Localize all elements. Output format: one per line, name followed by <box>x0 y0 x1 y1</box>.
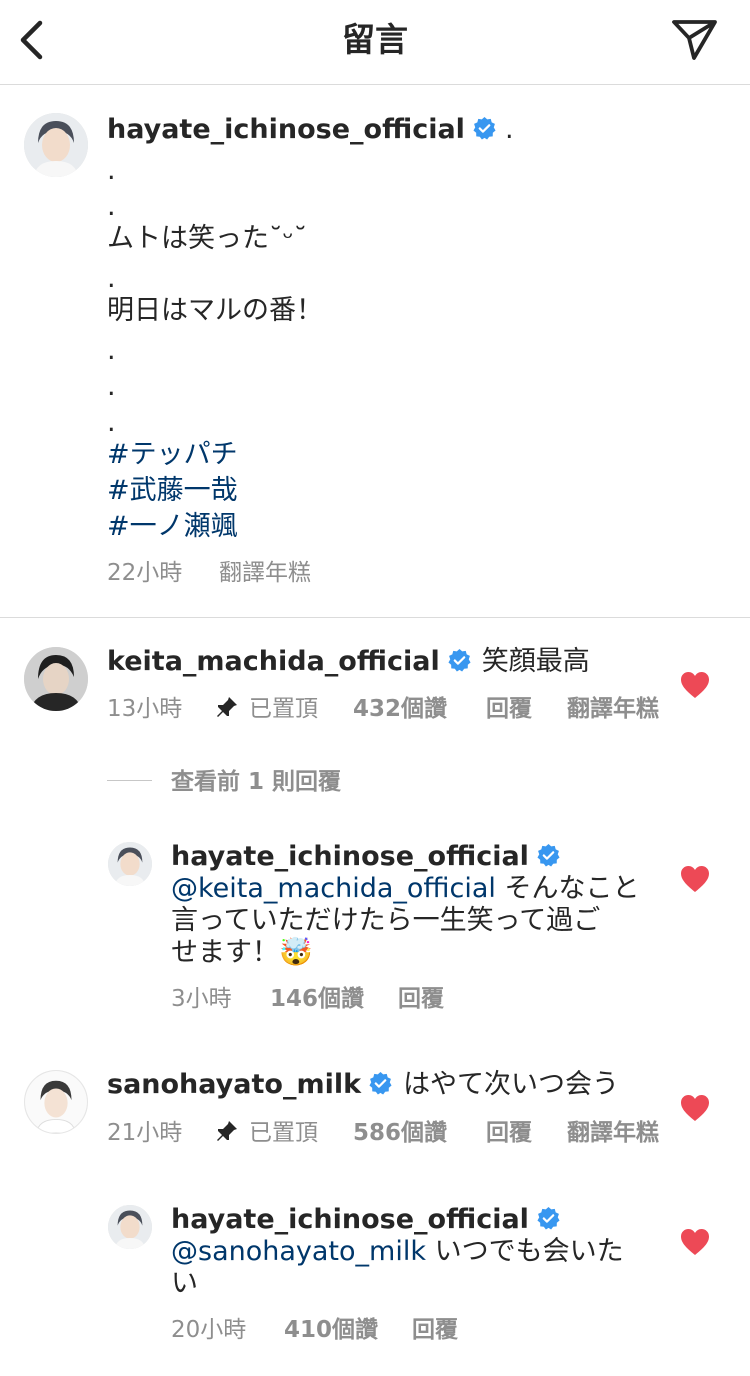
profile-photo-icon <box>108 842 152 886</box>
hashtag-link[interactable]: #テッパチ <box>107 438 238 472</box>
like-button[interactable] <box>680 1228 710 1256</box>
caption-line: . <box>107 191 116 222</box>
verified-badge-icon <box>447 648 472 673</box>
pinned-label: 已置頂 <box>215 694 318 724</box>
comment-username[interactable]: keita_machida_official 笑顔最高 <box>107 645 590 679</box>
page-title: 留言 <box>342 20 408 59</box>
reply-button[interactable]: 回覆 <box>486 694 532 724</box>
caption-line: 明日はマルの番！ <box>107 295 323 326</box>
reply-button[interactable]: 回覆 <box>486 1118 532 1148</box>
like-button[interactable] <box>680 1094 710 1122</box>
caption-line: ムトは笑った˘ᵕ˘ <box>107 223 308 254</box>
like-button[interactable] <box>680 865 710 893</box>
comment-timestamp: 13小時 <box>107 696 183 722</box>
verified-badge-icon <box>536 843 561 868</box>
comment-username[interactable]: sanohayato_milk はやて次いつ会う <box>107 1068 619 1102</box>
translate-link[interactable]: 翻譯年糕 <box>567 694 659 724</box>
likes-count[interactable]: 146個讚 <box>270 984 364 1014</box>
profile-photo-icon <box>108 1205 152 1249</box>
reply-timestamp: 3小時 <box>171 986 232 1012</box>
caption-divider <box>0 617 750 618</box>
translate-link[interactable]: 翻譯年糕 <box>567 1118 659 1148</box>
likes-count[interactable]: 432個讚 <box>353 694 447 724</box>
pin-icon <box>215 695 239 719</box>
pin-icon <box>215 1119 239 1143</box>
replies-divider-line <box>107 780 152 781</box>
reply-text: @sanohayato_milk いつでも会いた <box>171 1236 624 1267</box>
likes-count[interactable]: 586個讚 <box>353 1118 447 1148</box>
heart-filled-icon <box>681 1095 709 1121</box>
caption-line: . <box>107 155 116 186</box>
comment-timestamp: 21小時 <box>107 1120 183 1146</box>
caption-timestamp: 22小時 <box>107 560 183 586</box>
reply-timestamp: 20小時 <box>171 1317 247 1343</box>
mention-link[interactable]: @sanohayato_milk <box>171 1236 426 1267</box>
heart-filled-icon <box>681 672 709 698</box>
reply-button[interactable]: 回覆 <box>398 984 444 1014</box>
verified-badge-icon <box>368 1071 393 1096</box>
reply-button[interactable]: 回覆 <box>412 1315 458 1345</box>
pinned-label: 已置頂 <box>215 1118 318 1148</box>
avatar[interactable] <box>24 1070 88 1134</box>
like-button[interactable] <box>680 671 710 699</box>
caption-first-line: . <box>504 114 514 145</box>
view-replies-button[interactable]: 查看前 1 則回覆 <box>171 767 341 797</box>
caption-line: . <box>107 263 116 294</box>
verified-badge-icon <box>472 116 497 141</box>
reply-username[interactable]: hayate_ichinose_official <box>171 840 561 874</box>
heart-filled-icon <box>681 866 709 892</box>
reply-text: せます！🤯 <box>171 937 313 968</box>
share-button[interactable] <box>670 16 720 62</box>
caption-line: . <box>107 407 116 438</box>
avatar[interactable] <box>24 647 88 711</box>
hashtag-link[interactable]: #武藤一哉 <box>107 474 238 508</box>
reply-text: @keita_machida_official そんなこと <box>171 873 640 904</box>
caption-line: . <box>107 335 116 366</box>
reply-text: 言っていただけたら一生笑って過ご <box>171 905 601 936</box>
top-bar: 留言 <box>0 0 750 85</box>
profile-photo-icon <box>25 1071 87 1133</box>
comment-text: 笑顔最高 <box>481 646 590 677</box>
avatar[interactable] <box>108 842 152 886</box>
profile-photo-icon <box>24 113 88 177</box>
reply-username[interactable]: hayate_ichinose_official <box>171 1203 561 1237</box>
avatar[interactable] <box>24 113 88 177</box>
caption-username[interactable]: hayate_ichinose_official. <box>107 113 514 147</box>
mention-link[interactable]: @keita_machida_official <box>171 873 496 904</box>
avatar[interactable] <box>108 1205 152 1249</box>
paper-plane-icon <box>672 20 717 60</box>
comment-text: はやて次いつ会う <box>403 1069 620 1100</box>
verified-badge-icon <box>536 1206 561 1231</box>
profile-photo-icon <box>24 647 88 711</box>
hashtag-link[interactable]: #一ノ瀬颯 <box>107 510 238 544</box>
caption-line: . <box>107 371 116 402</box>
likes-count[interactable]: 410個讚 <box>284 1315 378 1345</box>
reply-text: い <box>171 1268 198 1299</box>
caption-translate-link[interactable]: 翻譯年糕 <box>219 558 311 588</box>
heart-filled-icon <box>681 1229 709 1255</box>
